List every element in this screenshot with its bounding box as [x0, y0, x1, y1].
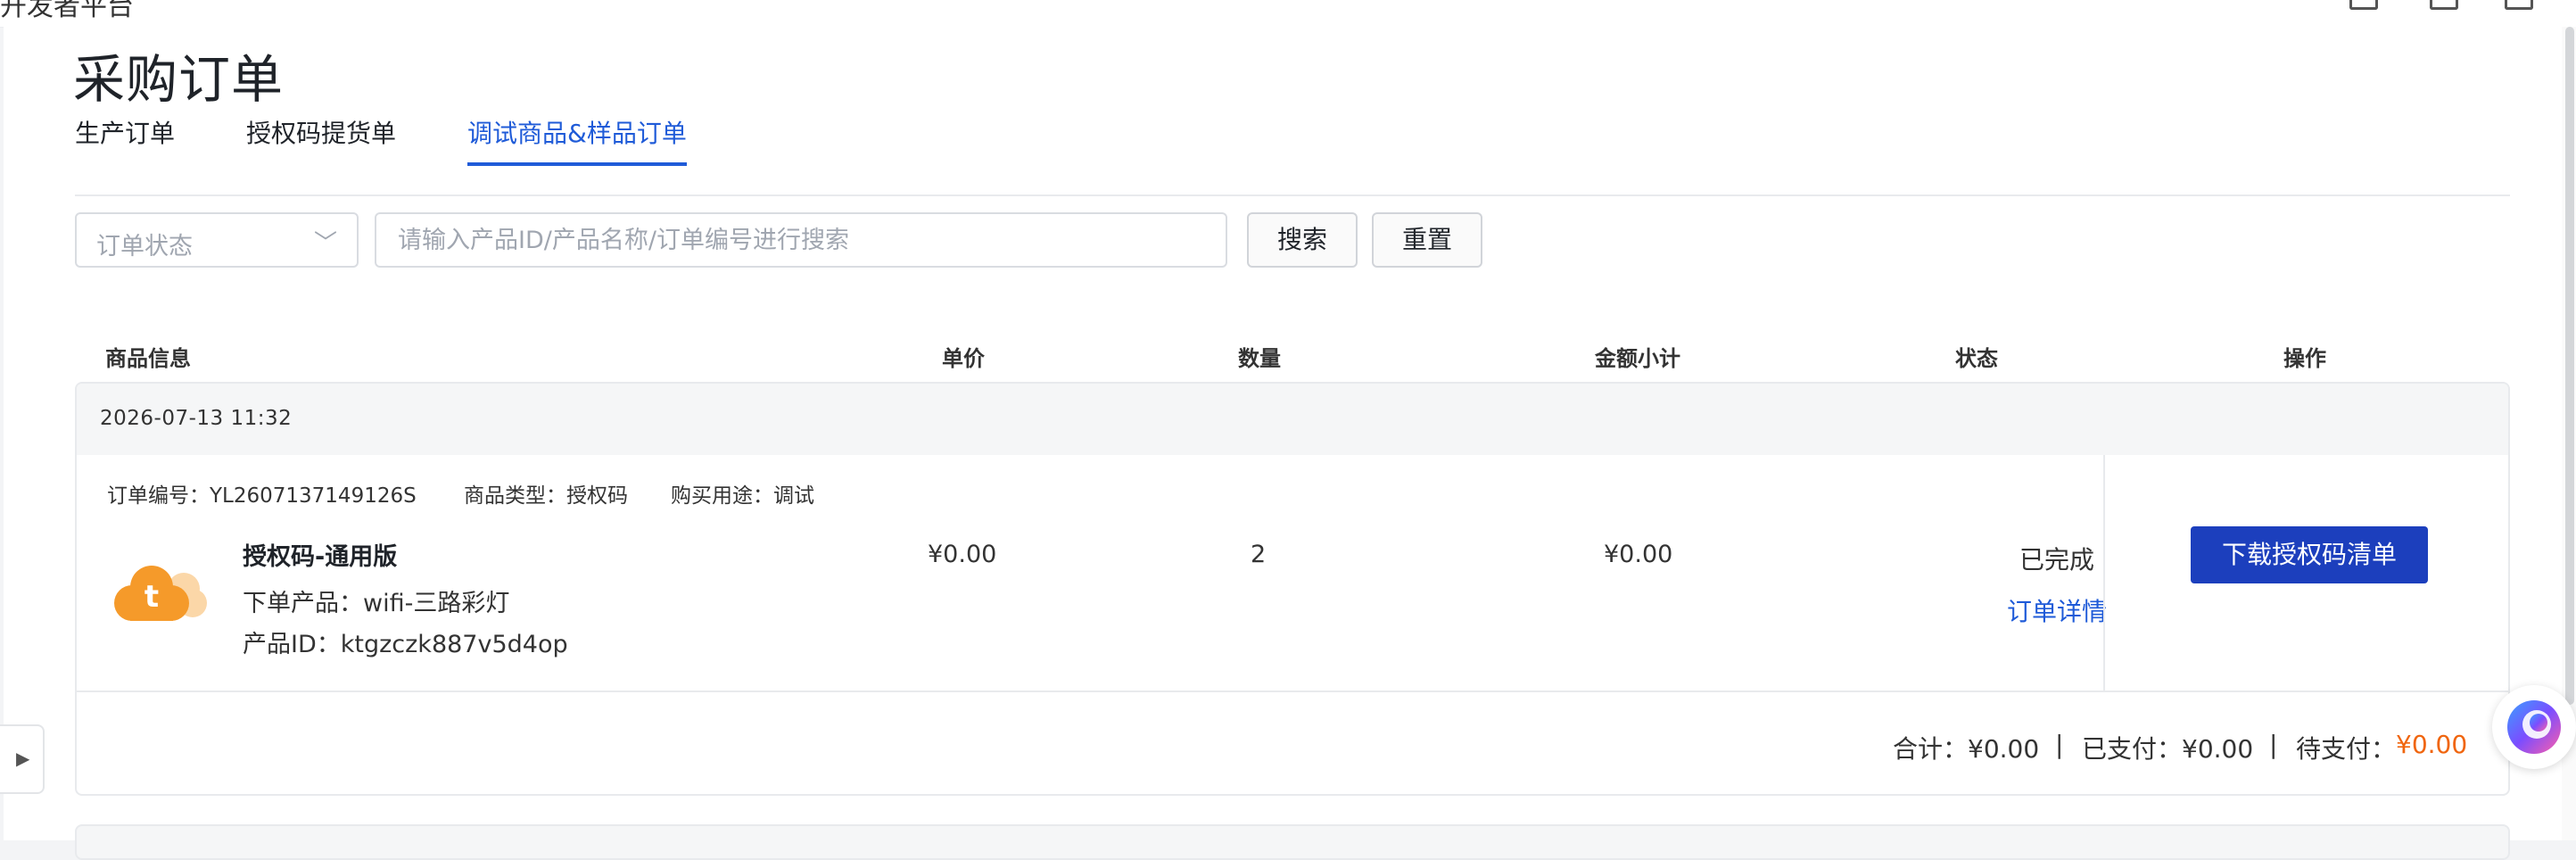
- order-tabs: 生产订单 授权码提货单 调试商品&样品订单: [75, 116, 2510, 196]
- tab-license-pickup[interactable]: 授权码提货单: [246, 116, 396, 152]
- order-detail-link[interactable]: 订单详情: [1941, 592, 2173, 628]
- page-title: 采购订单: [73, 49, 285, 110]
- ordered-product: 下单产品：wifi-三路彩灯: [243, 590, 510, 617]
- divider: |: [2269, 730, 2278, 759]
- user-icon[interactable]: [2505, 0, 2533, 10]
- product-name: 授权码-通用版: [243, 543, 398, 571]
- assistant-fab[interactable]: [2492, 685, 2576, 769]
- search-input[interactable]: [375, 212, 1227, 268]
- col-product-info: 商品信息: [105, 346, 191, 371]
- col-status: 状态: [1955, 346, 1998, 371]
- next-order-card: [75, 824, 2510, 860]
- order-header: 2026-07-13 11:32: [77, 384, 2508, 455]
- apps-icon[interactable]: [2430, 0, 2458, 10]
- unit-price: ¥0.00: [928, 541, 997, 568]
- assistant-orb-icon: [2507, 700, 2561, 754]
- order-status-select[interactable]: 订单状态 ﹀: [75, 212, 359, 268]
- due-label: 待支付：: [2296, 734, 2397, 764]
- col-actions: 操作: [2283, 346, 2326, 371]
- purchase-purpose: 购买用途：调试: [671, 484, 814, 508]
- col-unit-price: 单价: [942, 346, 985, 371]
- col-quantity: 数量: [1238, 346, 1281, 371]
- tab-production-orders[interactable]: 生产订单: [75, 116, 175, 152]
- col-subtotal: 金额小计: [1595, 346, 1680, 371]
- svg-text:t: t: [144, 579, 159, 615]
- subtotal: ¥0.00: [1604, 541, 1673, 568]
- status-badge: 已完成: [2019, 545, 2094, 575]
- menu-icon[interactable]: [2349, 0, 2378, 10]
- caret-right-icon: ▶: [16, 748, 30, 769]
- chevron-down-icon: ﹀: [313, 230, 337, 257]
- divider: [77, 690, 2508, 692]
- sidebar-toggle[interactable]: ▶: [0, 724, 45, 794]
- order-status-placeholder: 订单状态: [96, 233, 193, 260]
- tab-debug-sample-orders[interactable]: 调试商品&样品订单: [467, 116, 687, 166]
- order-number: 订单编号：YL2607137149126S: [107, 484, 417, 508]
- tuya-cloud-icon: t: [114, 566, 207, 621]
- download-license-list-button[interactable]: 下载授权码清单: [2191, 526, 2428, 583]
- product-id: 产品ID：ktgzczk887v5d4op: [243, 631, 568, 658]
- top-bar: 开发者平台: [0, 0, 2576, 28]
- divider: [2103, 455, 2105, 692]
- order-card: 2026-07-13 11:32 订单编号：YL2607137149126S 商…: [75, 382, 2510, 796]
- product-type: 商品类型：授权码: [464, 484, 628, 508]
- scrollbar-thumb[interactable]: [2565, 27, 2574, 705]
- total-amount: 合计：¥0.00: [1893, 734, 2040, 764]
- reset-button[interactable]: 重置: [1372, 212, 1482, 268]
- due-amount: ¥0.00: [2396, 730, 2468, 759]
- search-button[interactable]: 搜索: [1247, 212, 1358, 268]
- divider: |: [2055, 730, 2064, 759]
- brand-title: 开发者平台: [0, 0, 134, 22]
- order-time: 2026-07-13 11:32: [100, 407, 293, 430]
- paid-amount: 已支付：¥0.00: [2082, 734, 2254, 764]
- quantity: 2: [1251, 541, 1267, 568]
